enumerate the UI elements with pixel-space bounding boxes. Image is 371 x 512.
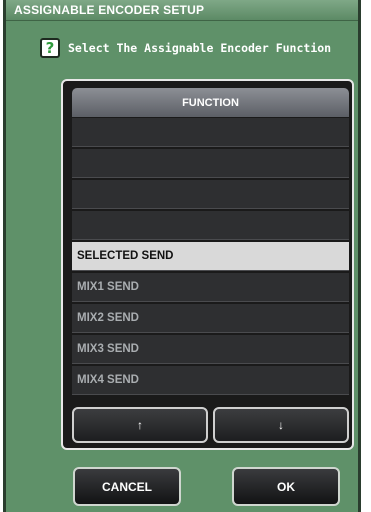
list-item[interactable]	[72, 118, 349, 147]
list-item[interactable]	[72, 211, 349, 240]
list-item[interactable]	[72, 180, 349, 209]
list-item[interactable]: MIX3 SEND	[72, 335, 349, 364]
dialog-title: ASSIGNABLE ENCODER SETUP	[14, 3, 205, 17]
list-item[interactable]: MIX2 SEND	[72, 304, 349, 333]
list-item-selected[interactable]: SELECTED SEND	[72, 242, 349, 271]
list-item[interactable]: MIX1 SEND	[72, 273, 349, 302]
arrow-up-icon: ↑	[137, 418, 143, 432]
ok-button[interactable]: OK	[232, 467, 340, 506]
cancel-button[interactable]: CANCEL	[73, 467, 181, 506]
scroll-down-button[interactable]: ↓	[213, 407, 349, 443]
function-list-panel: FUNCTION SELECTED SEND MIX1 SEND MIX2 SE…	[61, 79, 354, 450]
scroll-up-button[interactable]: ↑	[72, 407, 208, 443]
instruction-text: Select The Assignable Encoder Function	[68, 41, 332, 55]
function-column-header: FUNCTION	[72, 88, 349, 117]
assignable-encoder-setup-dialog: ASSIGNABLE ENCODER SETUP ? Select The As…	[3, 0, 361, 512]
arrow-down-icon: ↓	[278, 418, 284, 432]
instruction-prompt: ? Select The Assignable Encoder Function	[40, 38, 331, 58]
function-list: SELECTED SEND MIX1 SEND MIX2 SEND MIX3 S…	[72, 118, 349, 397]
list-item[interactable]	[72, 149, 349, 178]
dialog-titlebar: ASSIGNABLE ENCODER SETUP	[6, 0, 358, 21]
help-question-icon: ?	[40, 38, 60, 58]
list-item[interactable]: MIX4 SEND	[72, 366, 349, 395]
